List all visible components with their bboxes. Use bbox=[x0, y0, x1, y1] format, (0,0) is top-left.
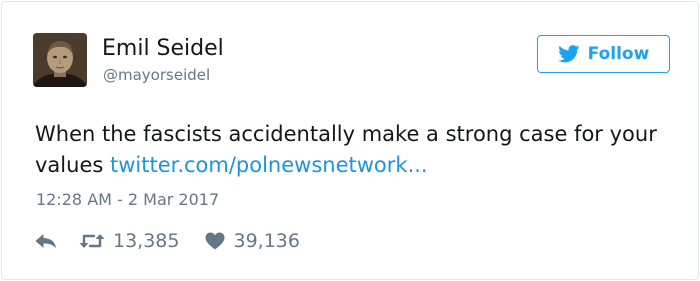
follow-button[interactable]: Follow bbox=[537, 35, 670, 73]
retweet-count: 13,385 bbox=[113, 230, 180, 252]
reply-arrow-icon bbox=[35, 234, 56, 248]
tweet-card: Emil Seidel @mayorseidel Follow When the… bbox=[1, 1, 699, 280]
tweet-actions: 13,385 39,136 bbox=[35, 228, 300, 254]
like-count: 39,136 bbox=[233, 230, 300, 252]
portrait-photo bbox=[33, 33, 87, 87]
avatar[interactable] bbox=[33, 33, 87, 87]
author-handle[interactable]: @mayorseidel bbox=[103, 65, 210, 85]
tweet-link[interactable]: twitter.com/polnewsnetwork... bbox=[110, 153, 428, 177]
tweet-timestamp[interactable]: 12:28 AM - 2 Mar 2017 bbox=[36, 189, 219, 211]
reply-button[interactable] bbox=[35, 233, 57, 249]
follow-label: Follow bbox=[587, 44, 650, 64]
retweet-button[interactable]: 13,385 bbox=[79, 230, 179, 252]
heart-icon bbox=[205, 232, 225, 250]
like-button[interactable]: 39,136 bbox=[205, 230, 300, 252]
retweet-icon bbox=[79, 234, 105, 248]
author-name[interactable]: Emil Seidel bbox=[102, 35, 224, 63]
tweet-text: When the fascists accidentally make a st… bbox=[35, 119, 675, 181]
twitter-bird-icon bbox=[557, 45, 580, 63]
